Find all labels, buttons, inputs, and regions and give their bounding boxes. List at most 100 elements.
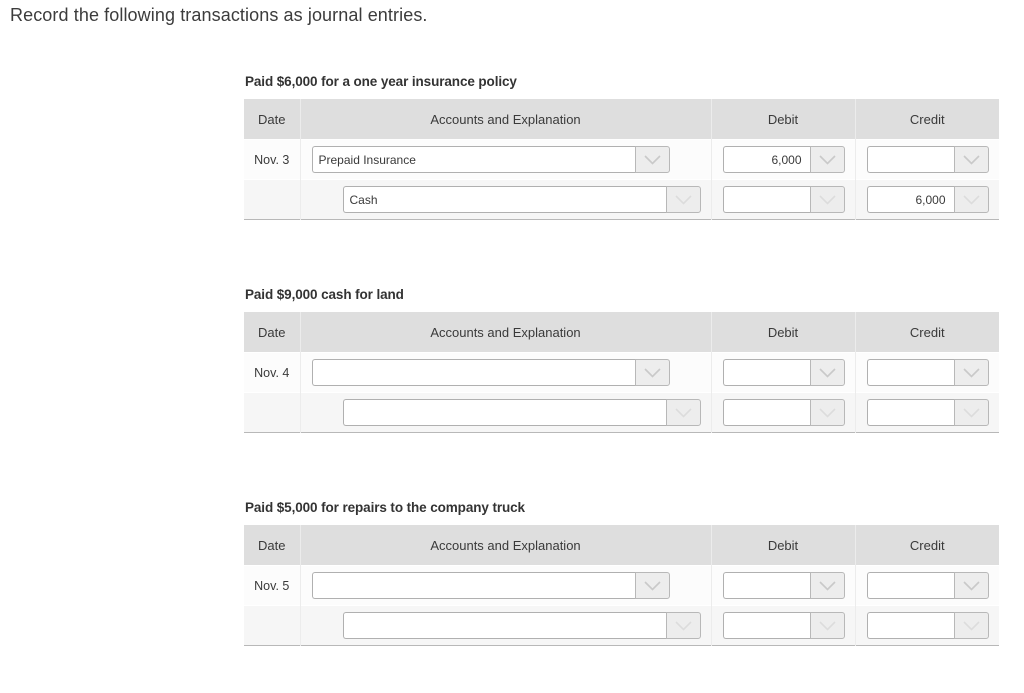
date-cell xyxy=(244,392,301,433)
chevron-down-icon[interactable] xyxy=(953,359,989,386)
debit-combobox[interactable] xyxy=(722,186,845,213)
debit-combobox[interactable] xyxy=(722,359,845,386)
chevron-down-icon[interactable] xyxy=(953,572,989,599)
chevron-down-icon[interactable] xyxy=(953,146,989,173)
chevron-down-icon[interactable] xyxy=(953,612,989,639)
account-combobox[interactable] xyxy=(342,399,701,426)
account-combobox[interactable]: Cash xyxy=(342,186,701,213)
journal-entry-block: Paid $5,000 for repairs to the company t… xyxy=(244,500,999,646)
account-input[interactable] xyxy=(342,612,666,639)
credit-input[interactable]: 6,000 xyxy=(866,186,954,213)
debit-input[interactable]: 6,000 xyxy=(722,146,810,173)
table-header-row: Date Accounts and Explanation Debit Cred… xyxy=(244,525,999,566)
date-cell xyxy=(244,605,301,646)
column-header-date: Date xyxy=(244,312,301,353)
credit-input[interactable] xyxy=(866,146,954,173)
credit-combobox[interactable] xyxy=(866,612,989,639)
debit-combobox[interactable]: 6,000 xyxy=(722,146,845,173)
credit-cell xyxy=(855,605,999,646)
account-input[interactable] xyxy=(342,399,666,426)
chevron-down-icon[interactable] xyxy=(809,572,845,599)
journal-entry-table: Date Accounts and Explanation Debit Cred… xyxy=(244,99,999,220)
accounts-cell: Prepaid Insurance xyxy=(300,139,712,180)
debit-input[interactable] xyxy=(722,399,810,426)
accounts-cell xyxy=(300,565,712,606)
table-row: Cash 6,000 xyxy=(244,179,999,220)
page-instruction: Record the following transactions as jou… xyxy=(10,5,428,25)
account-combobox[interactable] xyxy=(342,612,701,639)
transaction-title: Paid $5,000 for repairs to the company t… xyxy=(245,500,525,515)
chevron-down-icon[interactable] xyxy=(634,359,670,386)
chevron-down-icon[interactable] xyxy=(809,399,845,426)
credit-combobox[interactable]: 6,000 xyxy=(866,186,989,213)
chevron-down-icon[interactable] xyxy=(634,572,670,599)
date-cell: Nov. 4 xyxy=(244,352,301,393)
debit-combobox[interactable] xyxy=(722,612,845,639)
column-header-date: Date xyxy=(244,99,301,140)
credit-cell xyxy=(855,352,999,393)
debit-combobox[interactable] xyxy=(722,399,845,426)
credit-combobox[interactable] xyxy=(866,359,989,386)
credit-input[interactable] xyxy=(866,612,954,639)
journal-entry-table: Date Accounts and Explanation Debit Cred… xyxy=(244,525,999,646)
chevron-down-icon[interactable] xyxy=(809,612,845,639)
journal-entry-table: Date Accounts and Explanation Debit Cred… xyxy=(244,312,999,433)
transaction-title: Paid $6,000 for a one year insurance pol… xyxy=(245,74,517,89)
credit-input[interactable] xyxy=(866,359,954,386)
accounts-cell xyxy=(300,392,712,433)
debit-input[interactable] xyxy=(722,572,810,599)
credit-input[interactable] xyxy=(866,572,954,599)
account-input[interactable]: Prepaid Insurance xyxy=(311,146,635,173)
credit-input[interactable] xyxy=(866,399,954,426)
debit-input[interactable] xyxy=(722,612,810,639)
chevron-down-icon[interactable] xyxy=(634,146,670,173)
account-combobox[interactable]: Prepaid Insurance xyxy=(311,146,670,173)
account-combobox[interactable] xyxy=(311,359,670,386)
table-row: Nov. 3 Prepaid Insurance 6,000 xyxy=(244,139,999,180)
chevron-down-icon[interactable] xyxy=(665,399,701,426)
date-cell: Nov. 5 xyxy=(244,565,301,606)
table-header-row: Date Accounts and Explanation Debit Cred… xyxy=(244,99,999,140)
debit-input[interactable] xyxy=(722,186,810,213)
column-header-debit: Debit xyxy=(711,99,856,140)
chevron-down-icon[interactable] xyxy=(953,399,989,426)
debit-input[interactable] xyxy=(722,359,810,386)
account-input[interactable] xyxy=(311,572,635,599)
debit-combobox[interactable] xyxy=(722,572,845,599)
table-header-row: Date Accounts and Explanation Debit Cred… xyxy=(244,312,999,353)
credit-cell xyxy=(855,565,999,606)
column-header-debit: Debit xyxy=(711,312,856,353)
debit-cell xyxy=(711,179,856,220)
account-input[interactable] xyxy=(311,359,635,386)
credit-cell: 6,000 xyxy=(855,179,999,220)
chevron-down-icon[interactable] xyxy=(665,186,701,213)
transaction-title: Paid $9,000 cash for land xyxy=(245,287,404,302)
debit-cell xyxy=(711,392,856,433)
account-combobox[interactable] xyxy=(311,572,670,599)
chevron-down-icon[interactable] xyxy=(953,186,989,213)
chevron-down-icon[interactable] xyxy=(809,146,845,173)
accounts-cell: Cash xyxy=(300,179,712,220)
account-input[interactable]: Cash xyxy=(342,186,666,213)
credit-combobox[interactable] xyxy=(866,572,989,599)
date-cell xyxy=(244,179,301,220)
table-row xyxy=(244,392,999,433)
accounts-cell xyxy=(300,605,712,646)
chevron-down-icon[interactable] xyxy=(809,186,845,213)
column-header-debit: Debit xyxy=(711,525,856,566)
table-row: Nov. 5 xyxy=(244,565,999,606)
credit-cell xyxy=(855,139,999,180)
credit-cell xyxy=(855,392,999,433)
credit-combobox[interactable] xyxy=(866,146,989,173)
column-header-credit: Credit xyxy=(855,525,999,566)
credit-combobox[interactable] xyxy=(866,399,989,426)
column-header-credit: Credit xyxy=(855,99,999,140)
journal-entry-block: Paid $6,000 for a one year insurance pol… xyxy=(244,74,999,220)
chevron-down-icon[interactable] xyxy=(809,359,845,386)
debit-cell xyxy=(711,565,856,606)
chevron-down-icon[interactable] xyxy=(665,612,701,639)
table-row xyxy=(244,605,999,646)
debit-cell xyxy=(711,352,856,393)
column-header-accounts: Accounts and Explanation xyxy=(300,525,712,566)
accounts-cell xyxy=(300,352,712,393)
